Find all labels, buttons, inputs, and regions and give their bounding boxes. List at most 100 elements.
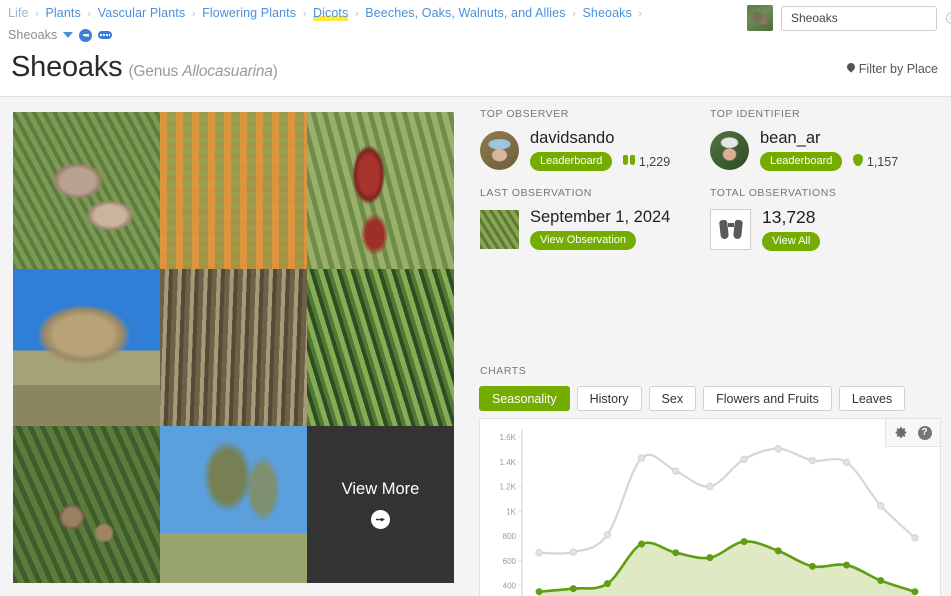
binoculars-box	[710, 209, 751, 250]
avatar[interactable]	[480, 130, 519, 170]
photo-cell-cone-closeup[interactable]	[13, 112, 160, 269]
charts-label: CHARTS	[480, 365, 527, 377]
binoculars-icon	[720, 220, 742, 239]
tab-sex[interactable]: Sex	[648, 386, 697, 411]
filter-by-place-button[interactable]: Filter by Place	[847, 62, 938, 76]
right-panel: TOP OBSERVER davidsando Leaderboard 1,22…	[470, 97, 951, 596]
breadcrumb-item-flowering-plants[interactable]: Flowering Plants	[202, 6, 296, 20]
photo-grid: View More	[13, 112, 454, 583]
top-identifier-badges: Leaderboard 1,157	[760, 152, 898, 171]
photo-cell-red-flowers[interactable]	[307, 112, 454, 269]
breadcrumb-separator: ›	[638, 8, 643, 20]
breadcrumb-separator: ›	[572, 8, 576, 20]
breadcrumb-item-dicots[interactable]: Dicots	[313, 6, 349, 21]
search-box[interactable]: ×	[781, 5, 951, 31]
last-observation-date: September 1, 2024	[530, 208, 671, 226]
view-more-button[interactable]: View More	[307, 426, 454, 583]
top-observer-label: TOP OBSERVER	[480, 108, 569, 120]
breadcrumb-current-row: Sheoaks	[8, 26, 728, 44]
breadcrumb-current-taxon: Sheoaks	[8, 28, 58, 42]
breadcrumb-item-vascular-plants[interactable]: Vascular Plants	[98, 6, 185, 20]
breadcrumb-separator: ›	[354, 8, 359, 20]
leaf-icon	[853, 154, 864, 166]
search-input[interactable]	[791, 11, 946, 25]
photo-cell-orange-flower-spikes[interactable]	[160, 112, 307, 269]
tab-flowers-and-fruits[interactable]: Flowers and Fruits	[703, 386, 832, 411]
total-observations-block: TOTAL OBSERVATIONS 13,728 View All	[710, 187, 945, 251]
leaderboard-button[interactable]: Leaderboard	[530, 152, 613, 171]
total-observations-actions: View All	[762, 232, 821, 251]
breadcrumb-item-sheoaks[interactable]: Sheoaks	[582, 6, 631, 20]
top-identifier-name[interactable]: bean_ar	[760, 129, 898, 147]
tab-leaves[interactable]: Leaves	[838, 386, 906, 411]
observation-thumbnail[interactable]	[480, 209, 519, 249]
top-identifier-row: bean_ar Leaderboard 1,157	[710, 129, 945, 171]
breadcrumb-item-life[interactable]: Life	[8, 6, 29, 20]
last-observation-row: September 1, 2024 View Observation	[480, 208, 710, 250]
top-observer-name[interactable]: davidsando	[530, 129, 670, 147]
top-observer-count-value: 1,229	[638, 155, 671, 169]
photo-cell-bark-texture[interactable]	[160, 269, 307, 426]
title-bar: Sheoaks (Genus Allocasuarina)	[0, 48, 951, 96]
chart-tabs: Seasonality History Sex Flowers and Frui…	[479, 386, 906, 411]
last-observation-actions: View Observation	[530, 231, 670, 250]
chevron-down-icon[interactable]	[63, 32, 74, 38]
photo-cell-tree-landscape[interactable]	[13, 269, 160, 426]
map-pin-icon	[847, 63, 855, 75]
breadcrumb-item-plants[interactable]: Plants	[45, 6, 80, 20]
svg-text:1K: 1K	[506, 507, 516, 516]
avatar[interactable]	[710, 130, 749, 170]
back-arrow-icon[interactable]	[79, 28, 93, 42]
view-more-label: View More	[341, 480, 420, 498]
last-observation-label: LAST OBSERVATION	[480, 187, 592, 199]
binoculars-icon	[623, 154, 636, 166]
main-content: View More TOP OBSERVER davidsando Leader…	[0, 97, 951, 596]
breadcrumb-separator: ›	[302, 8, 307, 20]
breadcrumb-separator: ›	[191, 8, 196, 20]
breadcrumb-item-beeches-oaks-walnuts-and-allies[interactable]: Beeches, Oaks, Walnuts, and Allies	[365, 6, 565, 20]
search-taxon-thumbnail	[747, 5, 773, 31]
seasonality-chart: 02004006008001K1.2K1.4K1.6KJANFEBMARAPRM…	[500, 429, 919, 596]
photo-cell-green-needles[interactable]	[307, 269, 454, 426]
top-identifier-count-value: 1,157	[866, 155, 899, 169]
filter-by-place-label: Filter by Place	[858, 62, 938, 76]
svg-text:600: 600	[503, 557, 517, 566]
view-observation-button[interactable]: View Observation	[530, 231, 637, 250]
page-subtitle: (Genus Allocasuarina)	[128, 63, 277, 80]
page-subtitle-prefix: (Genus	[128, 63, 183, 80]
top-observer-count: 1,229	[623, 154, 670, 169]
page-title: Sheoaks (Genus Allocasuarina)	[11, 51, 278, 84]
keyboard-icon[interactable]	[98, 31, 113, 39]
last-observation-block: LAST OBSERVATION September 1, 2024 View …	[480, 187, 710, 250]
svg-text:1.2K: 1.2K	[500, 483, 517, 492]
total-observations-label: TOTAL OBSERVATIONS	[710, 187, 837, 199]
top-identifier-count: 1,157	[853, 154, 898, 169]
breadcrumb-separator: ›	[35, 8, 39, 20]
breadcrumb: Life › Plants › Vascular Plants › Flower…	[8, 4, 728, 44]
view-all-button[interactable]: View All	[762, 232, 821, 251]
top-identifier-block: TOP IDENTIFIER bean_ar Leaderboard 1,157	[710, 108, 945, 171]
page-subtitle-genus: Allocasuarina	[182, 63, 273, 80]
top-observer-block: TOP OBSERVER davidsando Leaderboard 1,22…	[480, 108, 710, 171]
search-area: ×	[747, 5, 951, 31]
top-observer-row: davidsando Leaderboard 1,229	[480, 129, 710, 171]
seasonality-chart-card: ? 02004006008001K1.2K1.4K1.6KJANFEBMARAP…	[479, 418, 941, 596]
arrow-right-icon	[371, 510, 390, 529]
svg-text:400: 400	[503, 582, 517, 591]
svg-text:1.6K: 1.6K	[500, 433, 517, 442]
close-icon[interactable]: ×	[946, 12, 951, 24]
top-observer-badges: Leaderboard 1,229	[530, 152, 670, 171]
svg-text:1.4K: 1.4K	[500, 458, 517, 467]
page-subtitle-suffix: )	[272, 63, 278, 80]
photo-cell-seed-cones-cluster[interactable]	[13, 426, 160, 583]
page-title-text: Sheoaks	[11, 51, 123, 83]
breadcrumb-separator: ›	[87, 8, 92, 20]
top-identifier-label: TOP IDENTIFIER	[710, 108, 801, 120]
svg-text:800: 800	[503, 532, 517, 541]
total-observations-value: 13,728	[762, 207, 816, 227]
total-observations-row: 13,728 View All	[710, 208, 945, 251]
tab-seasonality[interactable]: Seasonality	[479, 386, 570, 411]
photo-cell-tree-canopy-sky[interactable]	[160, 426, 307, 583]
tab-history[interactable]: History	[576, 386, 642, 411]
leaderboard-button[interactable]: Leaderboard	[760, 152, 843, 171]
